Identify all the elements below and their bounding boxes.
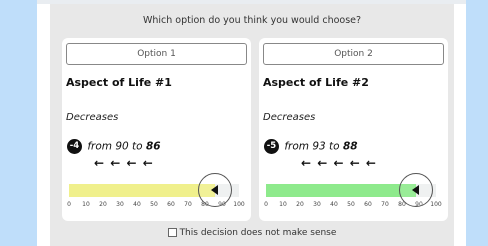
scale-tick-label: 60 (167, 201, 175, 208)
slider-knob[interactable] (198, 173, 233, 207)
to-value: 86 (145, 140, 161, 153)
scale-tick-label: 50 (150, 201, 158, 208)
aspect-title: Aspect of Life #1 (66, 76, 172, 89)
question-text: Which option do you think you would choo… (142, 15, 362, 26)
change-badge: -5 (264, 139, 279, 154)
option-card-2: Option 2 Aspect of Life #2 Decreases -5 … (259, 38, 448, 221)
to-value: 88 (342, 140, 358, 153)
scale-tick-label: 30 (313, 201, 321, 208)
nonsense-checkbox-row[interactable]: This decision does not make sense (50, 228, 454, 238)
direction-label: Decreases (263, 112, 316, 123)
aspect-title: Aspect of Life #2 (263, 76, 369, 89)
scale-tick-label: 70 (184, 201, 192, 208)
slider-fill (266, 184, 416, 197)
change-summary: -5 from 93 to 88 (264, 139, 358, 155)
right-side-panel (466, 0, 488, 246)
scale-tick-label: 60 (364, 201, 372, 208)
left-triangle-icon (211, 185, 219, 195)
value-slider[interactable]: 0 10 20 30 40 50 60 70 80 90 100 (62, 168, 251, 212)
scale-tick-label: 50 (347, 201, 355, 208)
change-badge: -4 (67, 139, 82, 154)
scale-tick-label: 0 (264, 201, 268, 208)
from-text: from 93 to (284, 140, 340, 153)
scale-tick-label: 0 (67, 201, 71, 208)
left-triangle-icon (411, 185, 419, 195)
direction-label: Decreases (66, 112, 119, 123)
scale-tick-label: 40 (330, 201, 338, 208)
change-summary: -4 from 90 to 86 (67, 139, 161, 155)
value-slider[interactable]: 0 10 20 30 40 50 60 70 80 90 100 (259, 168, 448, 212)
scale-tick-label: 20 (99, 201, 107, 208)
scale-tick-label: 100 (430, 201, 442, 208)
option-1-button[interactable]: Option 1 (66, 43, 247, 65)
slider-knob[interactable] (398, 173, 433, 207)
survey-frame: Which option do you think you would choo… (47, 4, 457, 246)
option-2-button[interactable]: Option 2 (263, 43, 444, 65)
nonsense-checkbox[interactable] (167, 228, 177, 237)
scale-tick-label: 70 (381, 201, 389, 208)
from-text: from 90 to (87, 140, 143, 153)
scale-tick-label: 100 (233, 201, 245, 208)
scale-tick-label: 30 (116, 201, 124, 208)
option-card-1: Option 1 Aspect of Life #1 Decreases -4 … (62, 38, 251, 221)
left-side-panel (0, 0, 37, 246)
slider-fill (69, 184, 216, 197)
scale-tick-label: 20 (296, 201, 304, 208)
nonsense-checkbox-label: This decision does not make sense (179, 228, 337, 238)
scale-tick-label: 40 (133, 201, 141, 208)
scale-tick-label: 10 (82, 201, 90, 208)
scale-tick-label: 10 (279, 201, 287, 208)
survey-content: Which option do you think you would choo… (50, 4, 454, 246)
